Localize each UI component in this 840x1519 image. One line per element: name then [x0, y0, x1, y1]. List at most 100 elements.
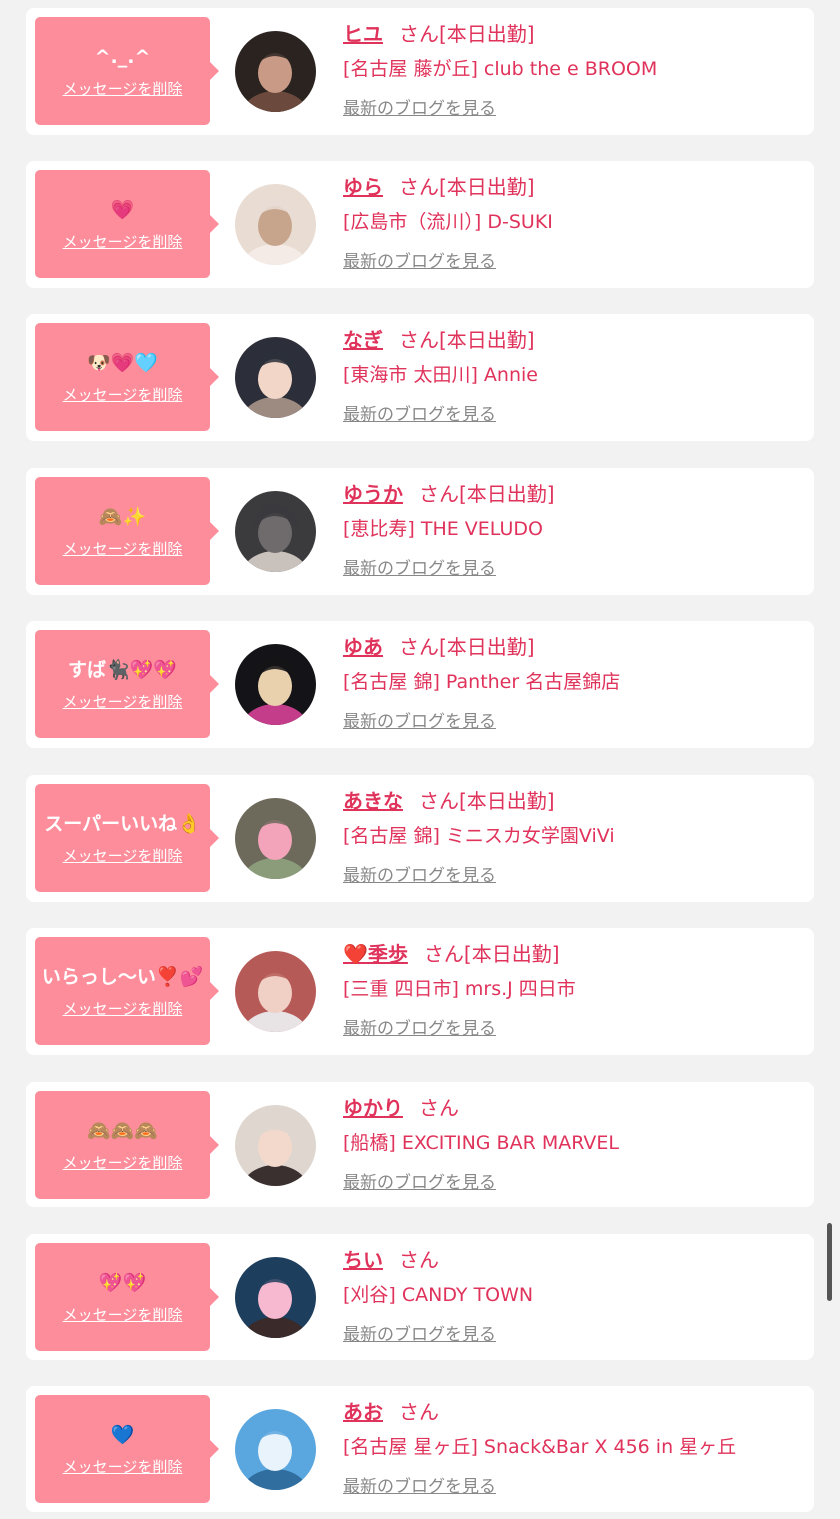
cast-name-line: ゆうか さん[本日出勤]	[343, 478, 804, 508]
message-card-6: スーパーいいね👌 メッセージを削除 あきな さん[本日出勤] [名古屋 錦] ミニ…	[26, 775, 814, 902]
cast-name-link[interactable]: ゆかり	[343, 1096, 403, 1120]
shop-name: [三重 四日市] mrs.J 四日市	[343, 978, 576, 1000]
delete-message-link[interactable]: メッセージを削除	[63, 691, 183, 712]
message-bubble: スーパーいいね👌 メッセージを削除	[35, 784, 219, 892]
shop-name: [名古屋 錦] ミニスカ女学園ViVi	[343, 825, 615, 847]
cast-name-link[interactable]: あお	[343, 1400, 383, 1424]
delete-message-link[interactable]: メッセージを削除	[63, 1456, 183, 1477]
avatar-dark-hair-back[interactable]	[235, 491, 316, 572]
status-text: [本日出勤]	[439, 22, 535, 46]
cast-info: あお さん [名古屋 星ヶ丘] Snack&Bar X 456 in 星ヶ丘 最新…	[343, 1396, 804, 1497]
shop-name: [刈谷] CANDY TOWN	[343, 1284, 534, 1306]
cast-name-link[interactable]: ❤️季歩	[343, 942, 408, 966]
message-card-9: 💖💖 メッセージを削除 ちい さん [刈谷] CANDY TOWN 最新のブログを…	[26, 1234, 814, 1360]
cast-name-link[interactable]: なぎ	[343, 328, 383, 352]
cast-info: ゆかり さん [船橋] EXCITING BAR MARVEL 最新のブログを見る	[343, 1092, 804, 1193]
avatar-police-cap[interactable]	[235, 337, 316, 418]
message-bubble: 💖💖 メッセージを削除	[35, 1243, 219, 1351]
message-text: 🙈✨	[98, 505, 147, 528]
avatar-photo	[235, 1409, 316, 1490]
cast-name-line: ちい さん	[343, 1244, 804, 1274]
cast-name-line: ヒユ さん[本日出勤]	[343, 18, 804, 48]
latest-blog-link[interactable]: 最新のブログを見る	[343, 1472, 496, 1497]
shop-name: [名古屋 藤が丘] club the e BROOM	[343, 58, 658, 80]
delete-message-link[interactable]: メッセージを削除	[63, 1152, 183, 1173]
avatar-photo	[235, 644, 316, 725]
cast-name-link[interactable]: ゆうか	[343, 482, 403, 506]
delete-message-link[interactable]: メッセージを削除	[63, 78, 183, 99]
status-text: [本日出勤]	[459, 482, 555, 506]
cast-name-line: ゆかり さん	[343, 1092, 804, 1122]
message-card-4: 🙈✨ メッセージを削除 ゆうか さん[本日出勤] [恵比寿] THE VELUDO…	[26, 468, 814, 595]
message-card-5: すば🐈‍⬛💖💖 メッセージを削除 ゆあ さん[本日出勤] [名古屋 錦] Pant…	[26, 621, 814, 748]
cast-name-line: なぎ さん[本日出勤]	[343, 324, 804, 354]
honorific: さん	[399, 175, 439, 199]
cast-name-link[interactable]: ゆら	[343, 175, 383, 199]
status-text: [本日出勤]	[439, 175, 535, 199]
avatar-light-face[interactable]	[235, 1105, 316, 1186]
latest-blog-link[interactable]: 最新のブログを見る	[343, 554, 496, 579]
message-card-2: 💗 メッセージを削除 ゆら さん[本日出勤] [広島市（流川）] D-SUKI 最…	[26, 161, 814, 288]
latest-blog-link[interactable]: 最新のブログを見る	[343, 1168, 496, 1193]
avatar-photo	[235, 184, 316, 265]
scrollbar[interactable]	[827, 1223, 832, 1301]
latest-blog-link[interactable]: 最新のブログを見る	[343, 1320, 496, 1345]
shop-name: [広島市（流川）] D-SUKI	[343, 211, 553, 233]
avatar-sky[interactable]	[235, 1409, 316, 1490]
message-card-3: 🐶💗🩵 メッセージを削除 なぎ さん[本日出勤] [東海市 太田川] Annie …	[26, 314, 814, 441]
avatar-photo	[235, 1105, 316, 1186]
avatar-photo	[235, 1257, 316, 1338]
latest-blog-link[interactable]: 最新のブログを見る	[343, 707, 496, 732]
latest-blog-link[interactable]: 最新のブログを見る	[343, 94, 496, 119]
status-text: [本日出勤]	[463, 942, 560, 966]
message-text: ^._.^	[94, 45, 151, 68]
message-text: 💙	[110, 1423, 135, 1446]
delete-message-link[interactable]: メッセージを削除	[63, 1304, 183, 1325]
status-text: [本日出勤]	[459, 789, 555, 813]
message-bubble: いらっし〜い❣️💕 メッセージを削除	[35, 937, 219, 1045]
cast-info: ゆら さん[本日出勤] [広島市（流川）] D-SUKI 最新のブログを見る	[343, 171, 804, 272]
message-text: 🙈🙈🙈	[87, 1119, 158, 1142]
delete-message-link[interactable]: メッセージを削除	[63, 538, 183, 559]
message-text: 🐶💗🩵	[87, 351, 158, 374]
latest-blog-link[interactable]: 最新のブログを見る	[343, 400, 496, 425]
cast-name-link[interactable]: ちい	[343, 1248, 383, 1272]
latest-blog-link[interactable]: 最新のブログを見る	[343, 1014, 496, 1039]
cast-name-link[interactable]: ゆあ	[343, 635, 383, 659]
avatar-light-hair[interactable]	[235, 184, 316, 265]
avatar-red-hair[interactable]	[235, 951, 316, 1032]
cast-info: あきな さん[本日出勤] [名古屋 錦] ミニスカ女学園ViVi 最新のブログを見…	[343, 785, 804, 886]
message-bubble: すば🐈‍⬛💖💖 メッセージを削除	[35, 630, 219, 738]
message-bubble: 💗 メッセージを削除	[35, 170, 219, 278]
honorific: さん	[399, 1248, 439, 1272]
avatar-heart-sticker[interactable]	[235, 798, 316, 879]
cast-info: ゆうか さん[本日出勤] [恵比寿] THE VELUDO 最新のブログを見る	[343, 478, 804, 579]
avatar-photo	[235, 798, 316, 879]
shop-name: [名古屋 錦] Panther 名古屋錦店	[343, 671, 621, 693]
message-bubble: 🙈✨ メッセージを削除	[35, 477, 219, 585]
delete-message-link[interactable]: メッセージを削除	[63, 998, 183, 1019]
message-card-10: 💙 メッセージを削除 あお さん [名古屋 星ヶ丘] Snack&Bar X 45…	[26, 1386, 814, 1512]
avatar-pink-mask[interactable]	[235, 1257, 316, 1338]
delete-message-link[interactable]: メッセージを削除	[63, 845, 183, 866]
message-card-7: いらっし〜い❣️💕 メッセージを削除 ❤️季歩 さん[本日出勤] [三重 四日市]…	[26, 928, 814, 1055]
avatar-blonde-dark-bg[interactable]	[235, 644, 316, 725]
message-text: すば🐈‍⬛💖💖	[68, 658, 177, 681]
message-text: いらっし〜い❣️💕	[41, 965, 204, 988]
latest-blog-link[interactable]: 最新のブログを見る	[343, 247, 496, 272]
cast-info: ゆあ さん[本日出勤] [名古屋 錦] Panther 名古屋錦店 最新のブログを…	[343, 631, 804, 732]
cast-name-link[interactable]: ヒユ	[343, 22, 383, 46]
delete-message-link[interactable]: メッセージを削除	[63, 384, 183, 405]
honorific: さん	[419, 1096, 459, 1120]
message-text: 💖💖	[98, 1271, 147, 1294]
message-bubble: 🙈🙈🙈 メッセージを削除	[35, 1091, 219, 1199]
honorific: さん	[419, 789, 459, 813]
cast-name-link[interactable]: あきな	[343, 789, 403, 813]
avatar-photo	[235, 491, 316, 572]
delete-message-link[interactable]: メッセージを削除	[63, 231, 183, 252]
message-list: ^._.^ メッセージを削除 ヒユ さん[本日出勤] [名古屋 藤が丘] club…	[0, 0, 840, 1519]
avatar-photo	[235, 337, 316, 418]
honorific: さん	[399, 1400, 439, 1424]
latest-blog-link[interactable]: 最新のブログを見る	[343, 861, 496, 886]
avatar-dark-dog-filter[interactable]	[235, 31, 316, 112]
